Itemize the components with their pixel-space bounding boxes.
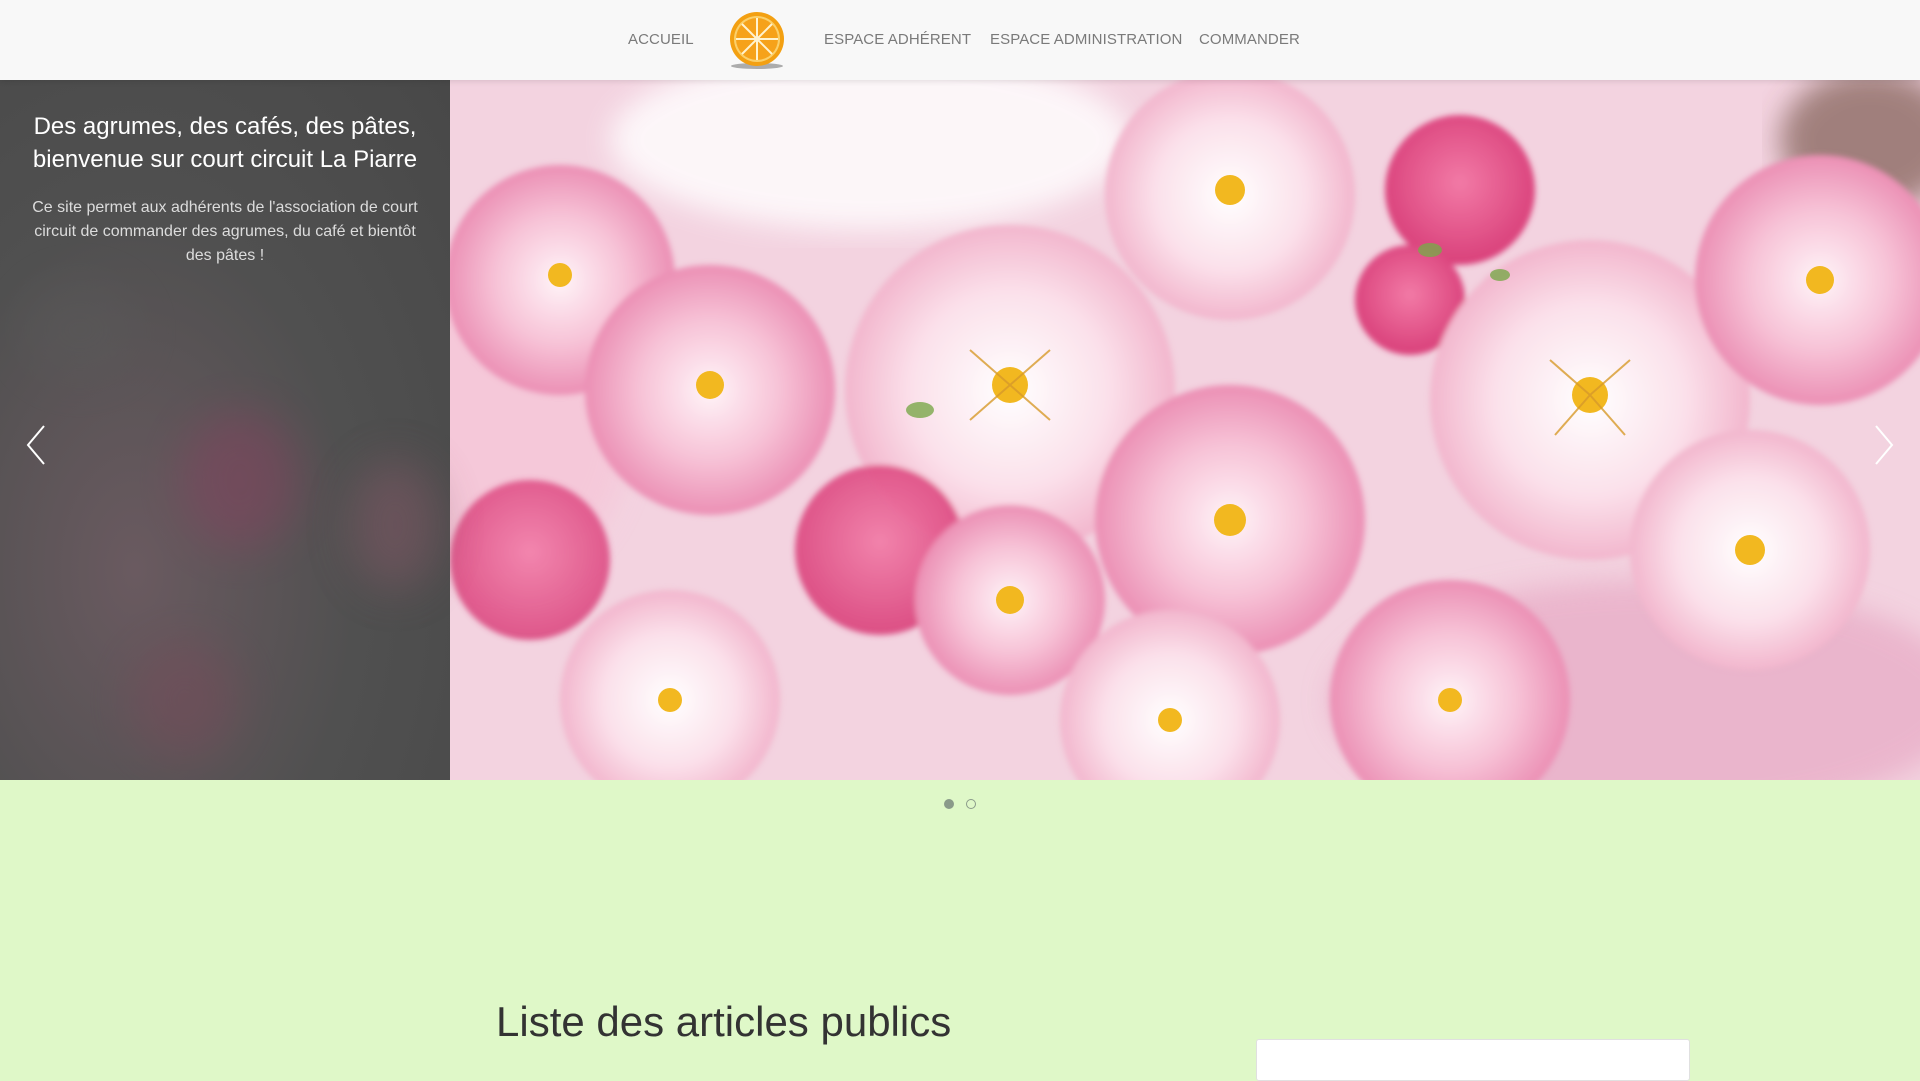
top-navbar: ACCUEIL ESPACE ADHÉRENT ESPACE ADMINISTR… (0, 0, 1920, 80)
carousel-indicator-2[interactable] (966, 799, 976, 809)
chevron-left-icon[interactable] (18, 420, 58, 470)
section-title: Liste des articles publics (496, 998, 952, 1045)
sidebar-card (1256, 1039, 1690, 1081)
nav-espace-adherent[interactable]: ESPACE ADHÉRENT (824, 31, 971, 48)
nav-espace-administration[interactable]: ESPACE ADMINISTRATION (990, 31, 1182, 48)
carousel-indicators (940, 799, 1000, 811)
hero-description: Ce site permet aux adhérents de l'associ… (32, 199, 418, 264)
nav-commander[interactable]: COMMANDER (1199, 31, 1300, 48)
carousel-indicator-1[interactable] (944, 799, 954, 809)
orange-slice-icon[interactable] (726, 10, 788, 70)
nav-accueil[interactable]: ACCUEIL (628, 31, 694, 48)
chevron-right-icon[interactable] (1862, 420, 1902, 470)
hero-caption-panel: Des agrumes, des cafés, des pâtes, bienv… (0, 80, 450, 780)
hero-carousel: Des agrumes, des cafés, des pâtes, bienv… (0, 80, 1920, 780)
hero-flowers-image (390, 80, 1920, 780)
hero-title: Des agrumes, des cafés, des pâtes, bienv… (32, 113, 418, 173)
